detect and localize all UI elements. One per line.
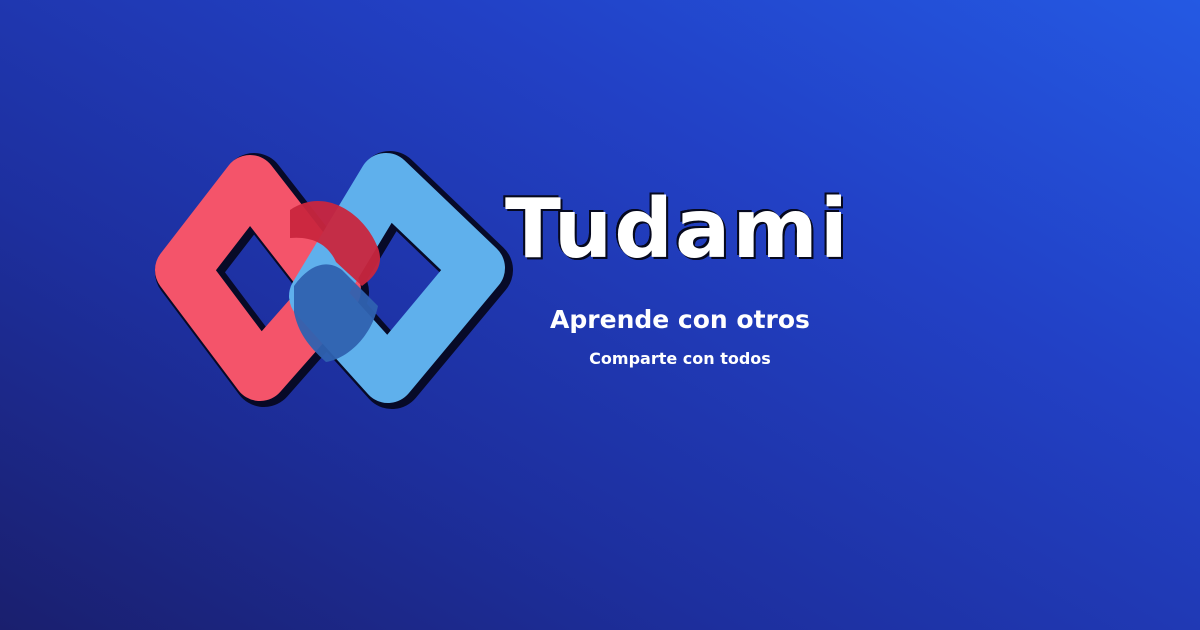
brand-name: Tudami [505,182,850,277]
tagline-secondary: Comparte con todos [589,349,771,368]
brand-text-block: Tudami Aprende con otros Comparte con to… [505,180,865,369]
linked-chain-icon [155,151,513,409]
banner: Tudami Aprende con otros Comparte con to… [0,0,1200,630]
tagline-primary: Aprende con otros [550,305,810,334]
